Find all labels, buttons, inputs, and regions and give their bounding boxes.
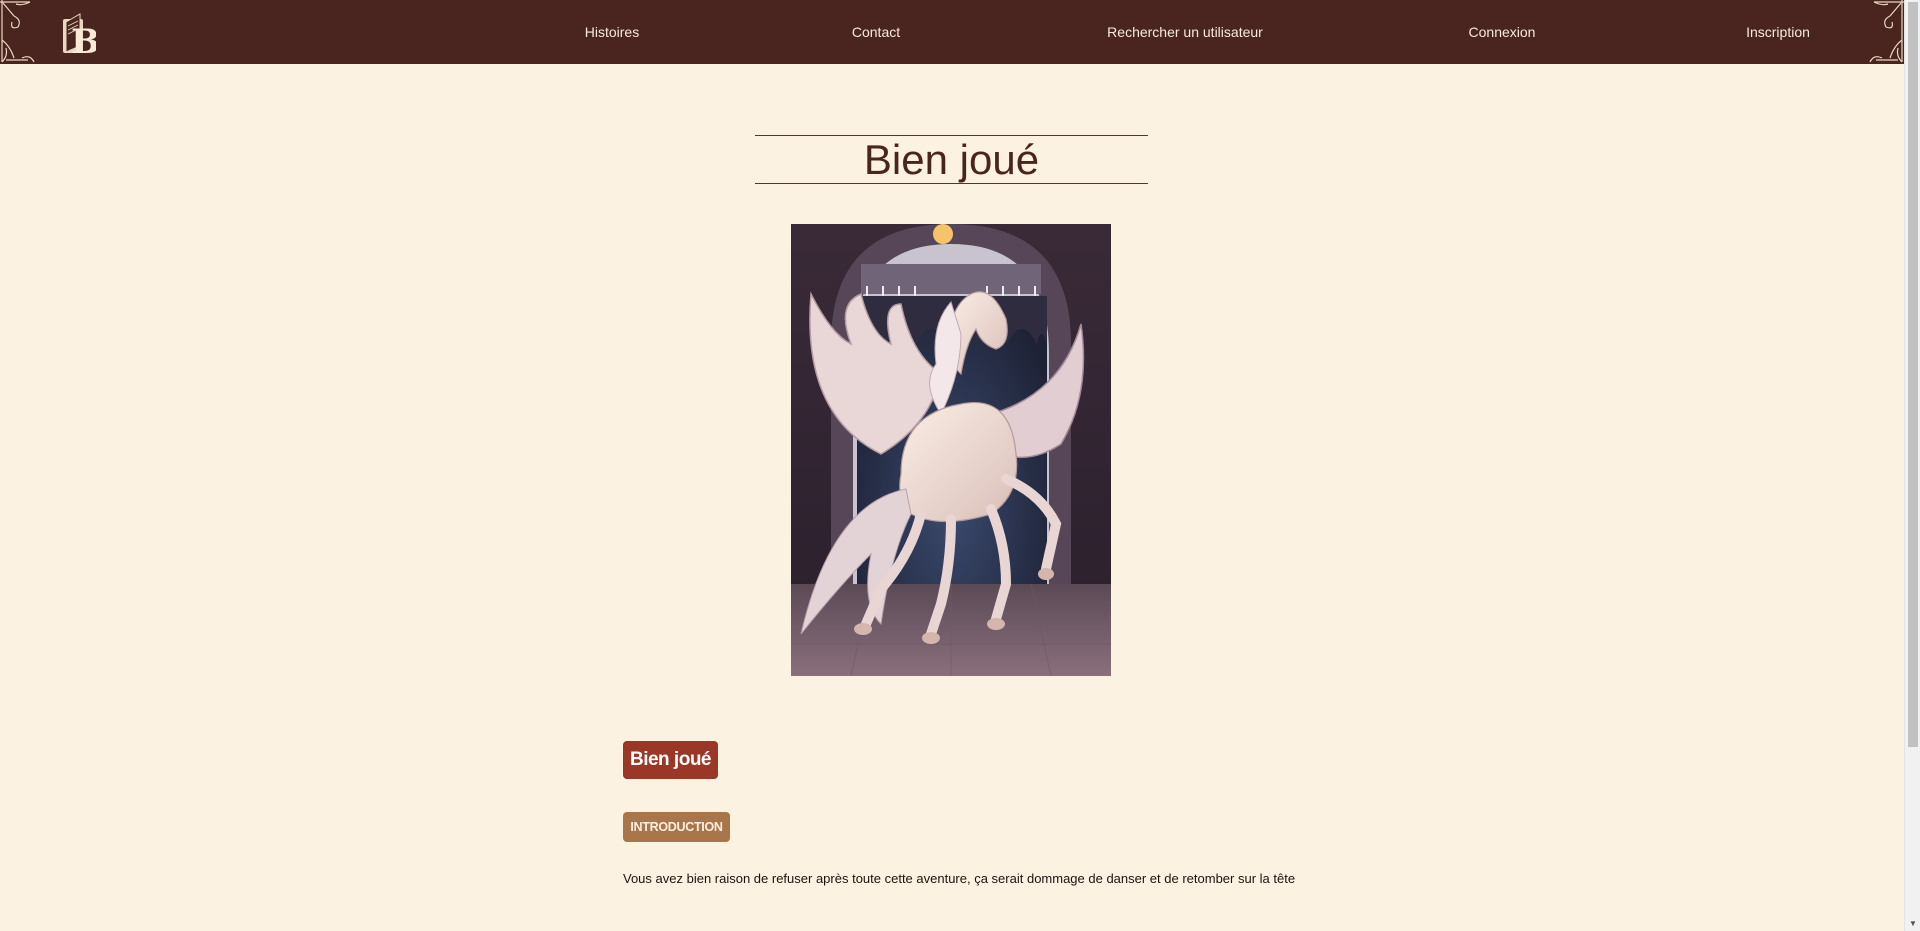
title-block: Bien joué: [755, 135, 1148, 184]
page-title: Bien joué: [863, 136, 1040, 183]
story-text: Vous avez bien raison de refuser après t…: [623, 871, 1296, 886]
corner-ornament-icon: [1869, 0, 1904, 63]
book-logo-icon[interactable]: B: [60, 10, 96, 56]
nav-link-inscription[interactable]: Inscription: [1746, 23, 1810, 41]
scroll-down-icon[interactable]: ▼: [1905, 917, 1920, 931]
nav-link-histoires[interactable]: Histoires: [585, 23, 639, 41]
section-badge: INTRODUCTION: [623, 812, 730, 842]
page-scrollbar[interactable]: ▲ ▼: [1904, 0, 1920, 931]
title-badge: Bien joué: [623, 741, 718, 779]
nav-link-search-user[interactable]: Rechercher un utilisateur: [1107, 23, 1263, 41]
scroll-thumb[interactable]: [1908, 2, 1918, 747]
pegasus-illustration: [791, 224, 1111, 676]
top-navbar: B Histoires Contact Rechercher un utilis…: [0, 0, 1904, 64]
nav-link-connexion[interactable]: Connexion: [1469, 23, 1536, 41]
nav-link-contact[interactable]: Contact: [852, 23, 900, 41]
svg-text:B: B: [71, 22, 96, 56]
corner-ornament-icon: [0, 0, 35, 63]
